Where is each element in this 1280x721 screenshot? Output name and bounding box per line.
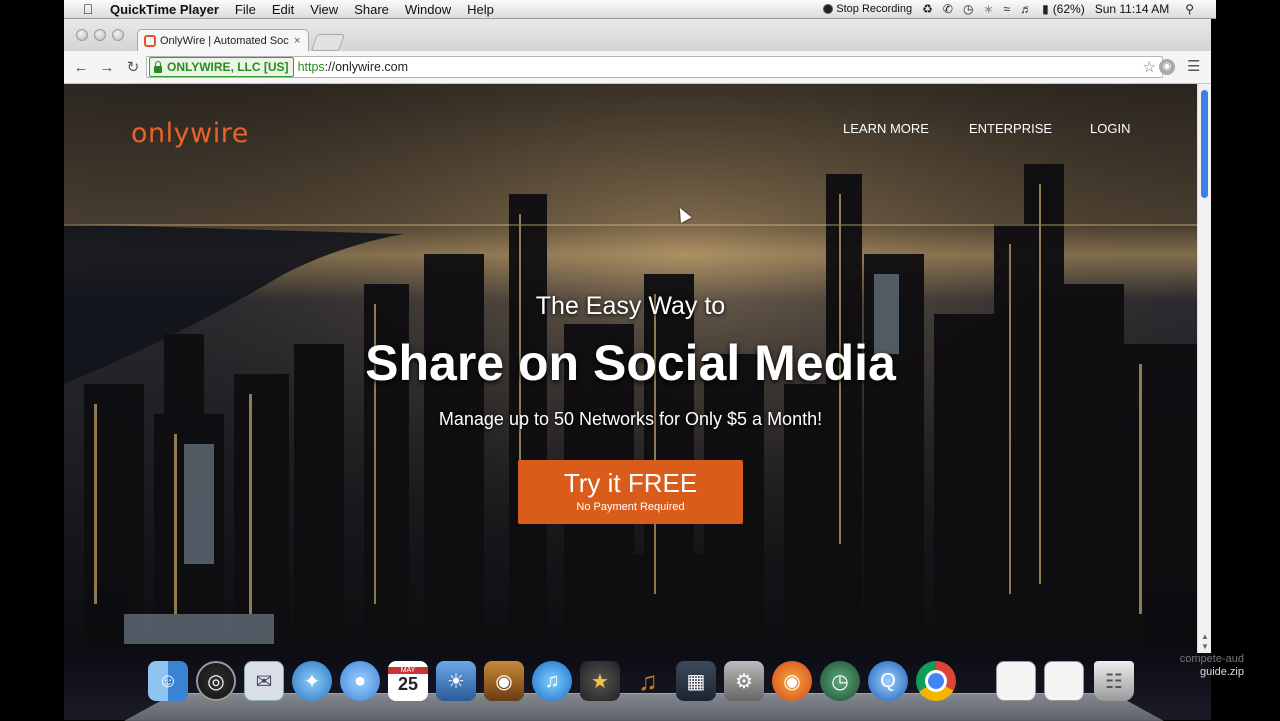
iphoto-icon[interactable]: ☀ [436, 661, 476, 701]
new-tab-button[interactable] [310, 34, 346, 51]
try-it-free-button[interactable]: Try it FREE No Payment Required [518, 460, 743, 524]
dock-file-label-partial: compete-aud [1179, 653, 1244, 665]
ev-org-name: ONLYWIRE, LLC [US] [167, 60, 289, 74]
cta-sublabel: No Payment Required [576, 501, 685, 513]
menu-edit[interactable]: Edit [272, 2, 294, 17]
dashboard-icon[interactable]: ◎ [196, 661, 236, 701]
hero-tagline: Manage up to 50 Networks for Only $5 a M… [438, 409, 823, 429]
hamburger-menu-icon[interactable]: ☰ [1187, 57, 1200, 75]
nav-login[interactable]: LOGIN [1090, 121, 1130, 136]
tab-strip: OnlyWire | Automated Soc × [64, 19, 1211, 51]
extension-icon[interactable]: ◉ [1159, 59, 1175, 75]
firefox-icon[interactable]: ◉ [772, 661, 812, 701]
quicktime-icon[interactable]: Q [868, 661, 908, 701]
forward-icon[interactable]: → [96, 59, 118, 76]
menu-window[interactable]: Window [405, 2, 451, 17]
document-icon[interactable] [996, 661, 1036, 701]
record-icon [823, 4, 834, 14]
url-scheme: https [297, 60, 325, 74]
onlywire-logo[interactable]: onlywire [131, 118, 249, 149]
menu-help[interactable]: Help [467, 2, 494, 17]
app-menu[interactable]: QuickTime Player [110, 2, 219, 17]
cta-label: Try it FREE [563, 468, 698, 498]
facetime-icon[interactable]: ● [340, 661, 380, 701]
bookmark-star-icon[interactable]: ☆ [1143, 58, 1156, 76]
nav-learn-more[interactable]: LEARN MORE [843, 121, 929, 136]
calendar-day: 25 [397, 674, 419, 694]
stop-recording-label: Stop Recording [836, 3, 913, 15]
wifi-icon[interactable]: ≈ [1003, 2, 1010, 16]
clock[interactable]: Sun 11:14 AM [1095, 2, 1170, 16]
browser-toolbar: ← → ↻ ONLYWIRE, LLC [US] https://onlywir… [64, 51, 1211, 84]
reload-icon[interactable]: ↻ [122, 58, 144, 76]
window-controls [76, 29, 124, 41]
garageband-icon[interactable]: ♫ [628, 661, 668, 701]
hero-subheading: The Easy Way to [535, 292, 726, 320]
scroll-down-icon[interactable]: ▼ [1201, 642, 1209, 651]
calendar-month: MAY [388, 667, 428, 674]
system-preferences-icon[interactable]: ⚙ [724, 661, 764, 701]
time-machine-icon[interactable]: ◷ [820, 661, 860, 701]
nav-enterprise[interactable]: ENTERPRISE [969, 121, 1052, 136]
spotlight-icon[interactable]: ⚲ [1185, 2, 1194, 16]
menu-file[interactable]: File [235, 2, 256, 17]
stop-recording-button[interactable]: Stop Recording [823, 3, 912, 15]
calendar-icon[interactable]: MAY 25 [388, 661, 428, 701]
dock-file-label-name: guide.zip [1199, 666, 1244, 678]
phone-icon[interactable]: ✆ [943, 2, 953, 16]
minimize-window-button[interactable] [94, 29, 106, 41]
itunes-icon[interactable]: ♫ [532, 661, 572, 701]
trash-icon[interactable]: ☷ [1094, 661, 1134, 701]
volume-icon[interactable]: ♬ [1020, 2, 1032, 16]
apple-menu-icon[interactable]:  [78, 1, 98, 17]
menu-bar:  QuickTime Player File Edit View Share … [64, 0, 1216, 19]
hero-title: Share on Social Media [365, 335, 896, 391]
address-bar[interactable]: ONLYWIRE, LLC [US] https://onlywire.com … [146, 56, 1163, 78]
scroll-up-icon[interactable]: ▲ [1201, 632, 1209, 641]
bluetooth-icon[interactable]: ∗ [983, 2, 993, 16]
mission-control-icon[interactable]: ▦ [676, 661, 716, 701]
onlywire-favicon-icon [144, 34, 156, 47]
safari-icon[interactable]: ✦ [292, 661, 332, 701]
page-scrollbar[interactable]: ▲ ▼ [1197, 84, 1211, 653]
chrome-icon[interactable] [916, 661, 956, 701]
ev-certificate-badge[interactable]: ONLYWIRE, LLC [US] [149, 57, 294, 77]
zoom-window-button[interactable] [112, 29, 124, 41]
battery-percent: (62%) [1052, 2, 1085, 16]
dock-file-label: compete-aud guide.zip [1164, 653, 1244, 679]
status-area: Stop Recording ♻ ✆ ◷ ∗ ≈ ♬ ▮ (62%) Sun 1… [823, 2, 1216, 16]
url-host: ://onlywire.com [324, 60, 409, 74]
menu-view[interactable]: View [310, 2, 338, 17]
lock-icon [154, 60, 162, 73]
battery-icon[interactable]: ▮ [1042, 2, 1049, 16]
dock: ☺ ◎ ✉ ✦ ● MAY 25 ☀ ◉ ♫ ★ ♫ ▦ ⚙ ◉ ◷ Q ☷ c… [64, 653, 1244, 721]
page-viewport: onlywire LEARN MORE ENTERPRISE LOGIN The… [64, 84, 1197, 653]
mail-icon[interactable]: ✉ [244, 661, 284, 701]
tab-onlywire[interactable]: OnlyWire | Automated Soc × [137, 29, 309, 51]
time-machine-status-icon[interactable]: ◷ [963, 2, 973, 16]
scrollbar-thumb[interactable] [1201, 90, 1208, 198]
finder-icon[interactable]: ☺ [148, 661, 188, 701]
menu-share[interactable]: Share [354, 2, 389, 17]
close-tab-icon[interactable]: × [294, 35, 300, 47]
document-icon-2[interactable] [1044, 661, 1084, 701]
back-icon[interactable]: ← [70, 59, 92, 76]
browser-window: OnlyWire | Automated Soc × ← → ↻ ONLYWIR… [64, 19, 1211, 653]
imovie-icon[interactable]: ★ [580, 661, 620, 701]
close-window-button[interactable] [76, 29, 88, 41]
sync-icon[interactable]: ♻ [922, 2, 933, 16]
photo-booth-icon[interactable]: ◉ [484, 661, 524, 701]
tab-title: OnlyWire | Automated Soc [160, 34, 289, 47]
